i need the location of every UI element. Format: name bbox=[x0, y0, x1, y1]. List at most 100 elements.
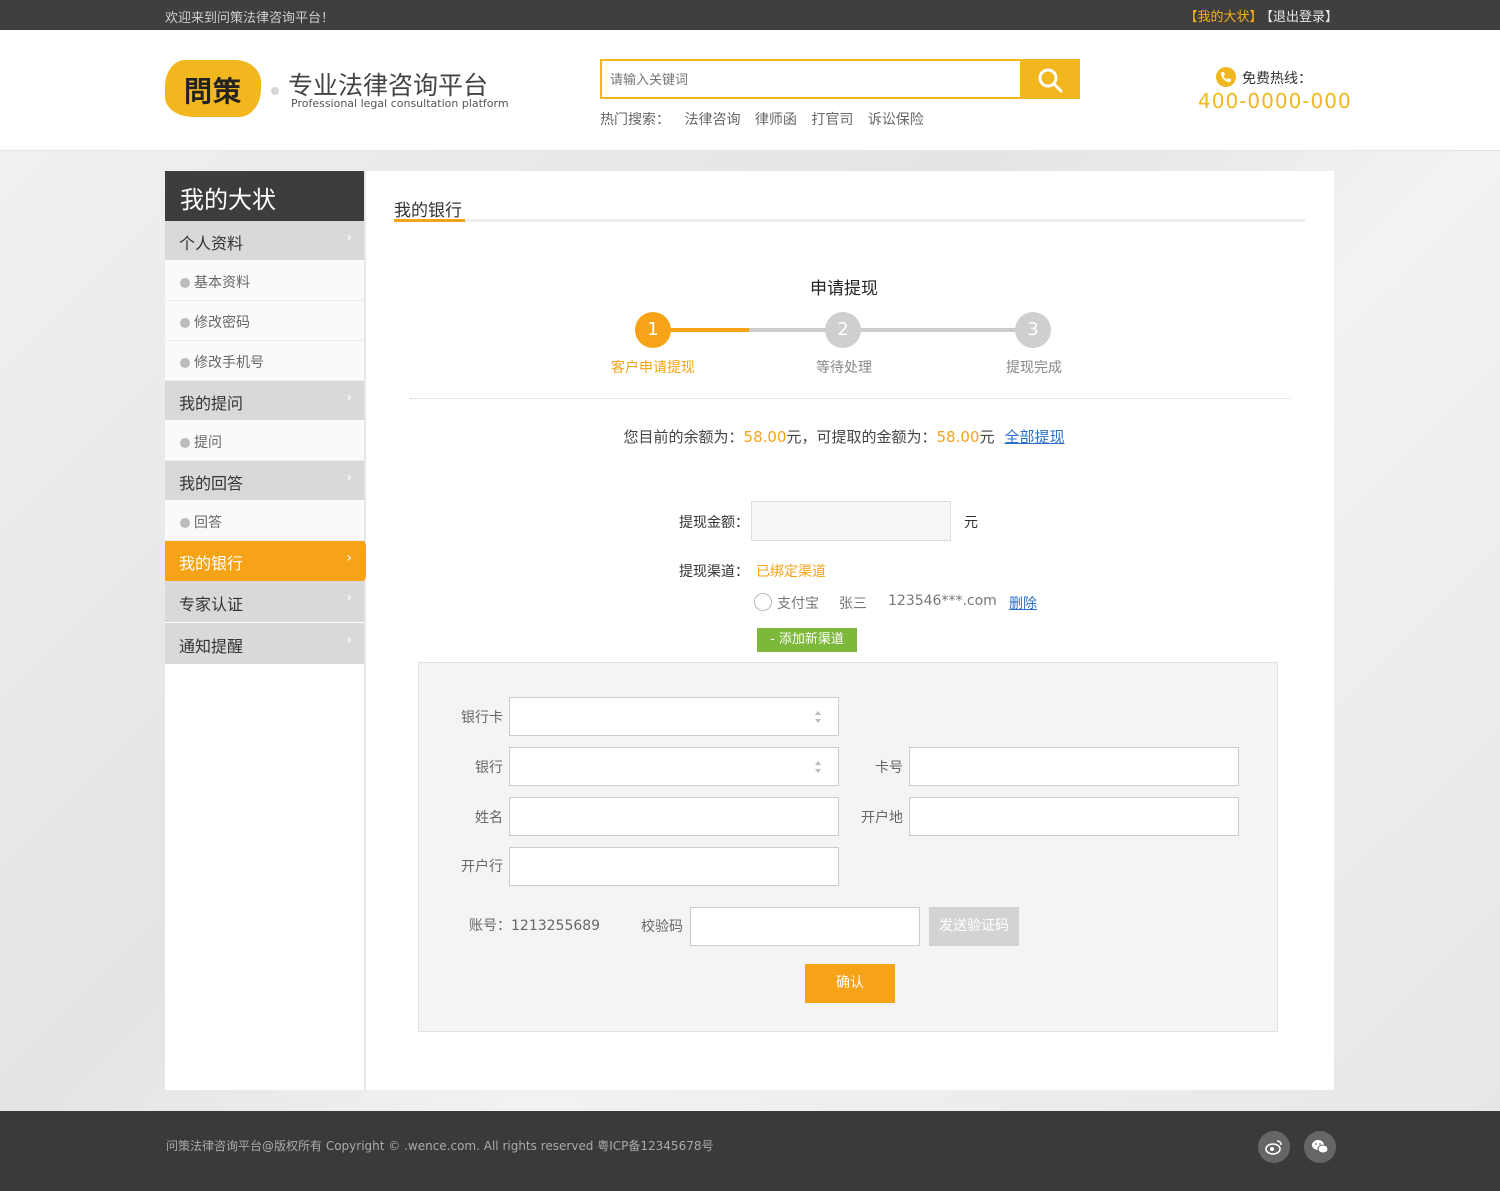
account-number: 账号：1213255689 bbox=[469, 918, 601, 934]
tab-active-underline bbox=[394, 219, 465, 222]
chevron-right-icon: › bbox=[346, 470, 352, 486]
hot-item-legal-consult[interactable]: 法律咨询 bbox=[684, 112, 740, 128]
open-bank-field[interactable] bbox=[509, 847, 839, 886]
code-field[interactable] bbox=[690, 907, 920, 946]
site-header: 問策 专业法律咨询平台 Professional legal consultat… bbox=[0, 30, 1500, 151]
delete-channel-link[interactable]: 删除 bbox=[1009, 593, 1037, 613]
hotline-number: 400-0000-000 bbox=[1198, 89, 1352, 113]
top-bar: 欢迎来到问策法律咨询平台！ 【我的大状】 【退出登录】 bbox=[0, 0, 1500, 30]
code-label: 校验码 bbox=[641, 919, 683, 935]
add-channel-button[interactable]: - 添加新渠道 bbox=[757, 628, 857, 652]
step-1-circle: 1 bbox=[635, 312, 671, 348]
chevron-right-icon: › bbox=[346, 590, 352, 606]
sidebar-item-label: 通知提醒 bbox=[179, 637, 244, 656]
sidebar-item-label: 提问 bbox=[194, 435, 222, 451]
open-bank-label: 开户行 bbox=[461, 859, 503, 875]
hot-item-lawsuit[interactable]: 打官司 bbox=[811, 112, 853, 128]
balance-mid: 元，可提取的金额为： bbox=[786, 428, 937, 446]
bullet-icon bbox=[180, 438, 190, 448]
bank-form-panel: 银行卡 银行 卡号 姓名 开户地 开户行 账号：1213255689 校验码 发… bbox=[418, 662, 1278, 1032]
bank-select[interactable] bbox=[509, 747, 839, 786]
bound-channels-label: 已绑定渠道 bbox=[756, 564, 826, 580]
sidebar-item-ask[interactable]: 提问 bbox=[165, 421, 364, 461]
logout-link[interactable]: 【退出登录】 bbox=[1266, 10, 1338, 25]
balance-suffix: 元 bbox=[979, 428, 995, 446]
search-input[interactable] bbox=[610, 69, 1010, 91]
sidebar: 我的大状 个人资料 › 基本资料 修改密码 修改手机号 我的提问 › 提问 我的回答… bbox=[165, 171, 374, 1090]
send-code-button[interactable]: 发送验证码 bbox=[929, 907, 1019, 946]
sidebar-item-change-password[interactable]: 修改密码 bbox=[165, 301, 364, 341]
step-3-label: 提现完成 bbox=[1006, 360, 1062, 376]
sidebar-title: 我的大状 bbox=[165, 171, 364, 221]
sidebar-item-label: 修改密码 bbox=[194, 315, 250, 331]
step-2-label: 等待处理 bbox=[816, 360, 872, 376]
sidebar-group-expert-cert[interactable]: 专家认证 › bbox=[165, 581, 364, 623]
balance-line: 您目前的余额为：58.00元，可提取的金额为：58.00元 全部提现 bbox=[366, 426, 1322, 447]
channel-type: 支付宝 bbox=[777, 596, 819, 612]
sidebar-item-answer[interactable]: 回答 bbox=[165, 501, 364, 541]
withdrawable-value: 58.00 bbox=[936, 428, 980, 446]
chevron-right-icon: › bbox=[346, 632, 352, 648]
sidebar-group-notifications[interactable]: 通知提醒 › bbox=[165, 623, 364, 665]
amount-label: 提现金额： bbox=[679, 515, 749, 531]
weibo-icon[interactable] bbox=[1258, 1131, 1290, 1163]
card-number-field[interactable] bbox=[909, 747, 1239, 786]
hot-search: 热门搜索： 法律咨询 律师函 打官司 诉讼保险 bbox=[600, 109, 934, 129]
sidebar-item-label: 我的提问 bbox=[179, 394, 244, 413]
sidebar-item-label: 我的回答 bbox=[179, 474, 244, 493]
channel-account: 123546***.com bbox=[888, 593, 997, 609]
hot-search-label: 热门搜索： bbox=[600, 112, 670, 128]
sidebar-item-label: 专家认证 bbox=[179, 595, 244, 614]
name-field[interactable] bbox=[509, 797, 839, 836]
confirm-button[interactable]: 确认 bbox=[805, 964, 895, 1003]
channel-name: 张三 bbox=[839, 596, 867, 612]
sidebar-item-label: 修改手机号 bbox=[194, 355, 264, 371]
channel-radio[interactable] bbox=[754, 593, 772, 611]
my-account-link[interactable]: 【我的大状】 bbox=[1184, 10, 1262, 25]
welcome-text: 欢迎来到问策法律咨询平台！ bbox=[165, 11, 335, 26]
bullet-icon bbox=[180, 318, 190, 328]
step-2-circle: 2 bbox=[825, 312, 861, 348]
tab-my-bank[interactable]: 我的银行 bbox=[394, 196, 462, 221]
chevron-right-icon: › bbox=[346, 550, 352, 566]
amount-input[interactable] bbox=[751, 501, 951, 541]
channel-label: 提现渠道： bbox=[679, 564, 749, 580]
wechat-icon[interactable] bbox=[1304, 1131, 1336, 1163]
sidebar-item-label: 回答 bbox=[194, 515, 222, 531]
bank-card-label: 银行卡 bbox=[461, 710, 503, 726]
sidebar-item-my-bank[interactable]: 我的银行 › bbox=[165, 541, 374, 581]
sidebar-group-my-answers[interactable]: 我的回答 › bbox=[165, 461, 364, 501]
withdraw-all-link[interactable]: 全部提现 bbox=[1004, 428, 1064, 446]
apply-withdraw-title: 申请提现 bbox=[810, 279, 878, 299]
balance-value: 58.00 bbox=[743, 428, 787, 446]
open-place-field[interactable] bbox=[909, 797, 1239, 836]
hotline-label: 免费热线： bbox=[1242, 71, 1312, 87]
sidebar-group-my-questions[interactable]: 我的提问 › bbox=[165, 381, 364, 421]
bullet-icon bbox=[180, 518, 190, 528]
sidebar-item-change-phone[interactable]: 修改手机号 bbox=[165, 341, 364, 381]
balance-prefix: 您目前的余额为： bbox=[623, 428, 744, 446]
search-icon bbox=[1038, 68, 1063, 93]
hot-item-lawyer-letter[interactable]: 律师函 bbox=[755, 112, 797, 128]
hotline: 免费热线： bbox=[1216, 67, 1312, 89]
bullet-icon bbox=[180, 278, 190, 288]
bank-label: 银行 bbox=[475, 760, 503, 776]
chevron-right-icon: › bbox=[346, 230, 352, 246]
hot-item-litigation-insurance[interactable]: 诉讼保险 bbox=[868, 112, 924, 128]
bullet-icon bbox=[180, 358, 190, 368]
sidebar-item-basic-info[interactable]: 基本资料 bbox=[165, 261, 364, 301]
step-3-circle: 3 bbox=[1015, 312, 1051, 348]
bank-card-select[interactable] bbox=[509, 697, 839, 736]
chevron-right-icon: › bbox=[346, 390, 352, 406]
tab-divider bbox=[394, 219, 1305, 222]
search-button[interactable] bbox=[1020, 59, 1080, 99]
site-subtitle: Professional legal consultation platform bbox=[291, 97, 509, 110]
sidebar-item-label: 个人资料 bbox=[179, 234, 244, 253]
logo-text: 問策 bbox=[183, 75, 242, 108]
dotted-divider bbox=[410, 398, 1290, 399]
logo-dot bbox=[271, 87, 279, 95]
updown-arrow-icon bbox=[815, 761, 821, 773]
sidebar-group-profile[interactable]: 个人资料 › bbox=[165, 221, 364, 261]
logo[interactable]: 問策 bbox=[165, 60, 261, 117]
phone-icon bbox=[1216, 67, 1236, 87]
